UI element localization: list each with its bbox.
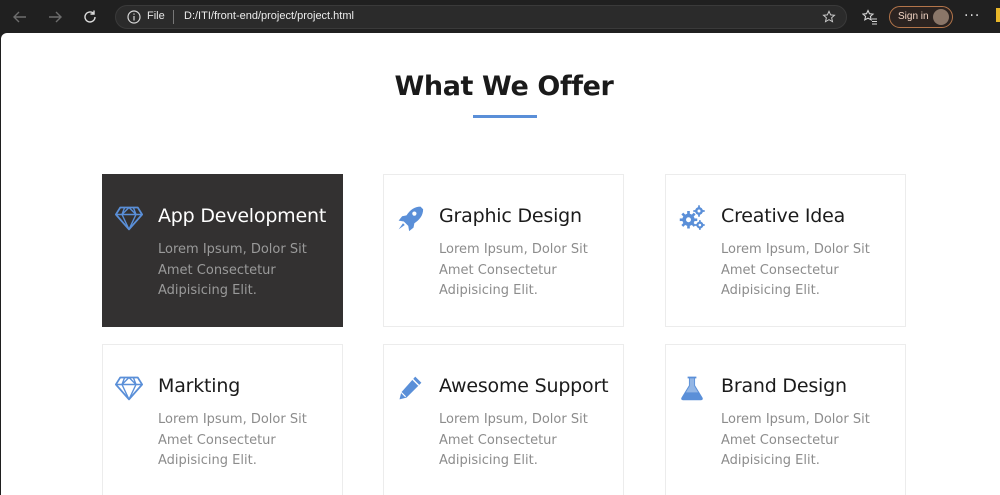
address-bar[interactable]: File D:/ITI/front-end/project/project.ht… xyxy=(115,5,847,29)
page-viewport: What We Offer App Development Lorem Ipsu… xyxy=(1,33,1000,495)
gears-icon xyxy=(677,203,707,233)
pencil-icon xyxy=(395,373,425,403)
service-card-brand-design[interactable]: Brand Design Lorem Ipsum, Dolor Sit Amet… xyxy=(665,344,906,495)
rocket-icon xyxy=(395,203,425,233)
service-description: Lorem Ipsum, Dolor Sit Amet Consectetur … xyxy=(721,242,870,298)
title-underline xyxy=(473,115,537,118)
diamond-icon xyxy=(114,203,144,233)
service-card-app-development[interactable]: App Development Lorem Ipsum, Dolor Sit A… xyxy=(102,174,343,327)
service-description: Lorem Ipsum, Dolor Sit Amet Consectetur … xyxy=(158,412,307,468)
page-title: What We Offer xyxy=(394,71,614,102)
sign-in-label: Sign in xyxy=(898,11,929,22)
service-title: Markting xyxy=(158,375,241,397)
service-description: Lorem Ipsum, Dolor Sit Amet Consectetur … xyxy=(439,242,588,298)
service-title: Awesome Support xyxy=(439,375,609,397)
service-description: Lorem Ipsum, Dolor Sit Amet Consectetur … xyxy=(158,242,307,298)
address-divider xyxy=(173,10,174,24)
service-title: Brand Design xyxy=(721,375,847,397)
service-title: Creative Idea xyxy=(721,205,846,227)
service-card-awesome-support[interactable]: Awesome Support Lorem Ipsum, Dolor Sit A… xyxy=(383,344,624,495)
service-title: Graphic Design xyxy=(439,205,582,227)
browser-toolbar: File D:/ITI/front-end/project/project.ht… xyxy=(0,0,1000,33)
diamond-icon xyxy=(114,373,144,403)
address-scheme: File xyxy=(147,10,165,22)
service-card-creative-idea[interactable]: Creative Idea Lorem Ipsum, Dolor Sit Ame… xyxy=(665,174,906,327)
favorites-list-icon[interactable] xyxy=(862,9,878,25)
refresh-icon[interactable] xyxy=(80,7,100,27)
service-title: App Development xyxy=(158,205,327,227)
more-menu-icon[interactable]: ··· xyxy=(964,8,980,24)
service-card-graphic-design[interactable]: Graphic Design Lorem Ipsum, Dolor Sit Am… xyxy=(383,174,624,327)
info-icon[interactable] xyxy=(126,9,142,25)
flask-icon xyxy=(677,373,707,403)
service-card-markting[interactable]: Markting Lorem Ipsum, Dolor Sit Amet Con… xyxy=(102,344,343,495)
sign-in-button[interactable]: Sign in xyxy=(889,6,953,28)
avatar xyxy=(933,9,949,25)
forward-arrow-icon[interactable] xyxy=(45,7,65,27)
sidebar-edge-icon xyxy=(996,8,1000,22)
service-description: Lorem Ipsum, Dolor Sit Amet Consectetur … xyxy=(439,412,588,468)
service-description: Lorem Ipsum, Dolor Sit Amet Consectetur … xyxy=(721,412,870,468)
favorite-star-icon[interactable] xyxy=(822,10,836,24)
back-arrow-icon[interactable] xyxy=(10,7,30,27)
address-url[interactable]: D:/ITI/front-end/project/project.html xyxy=(184,10,354,22)
